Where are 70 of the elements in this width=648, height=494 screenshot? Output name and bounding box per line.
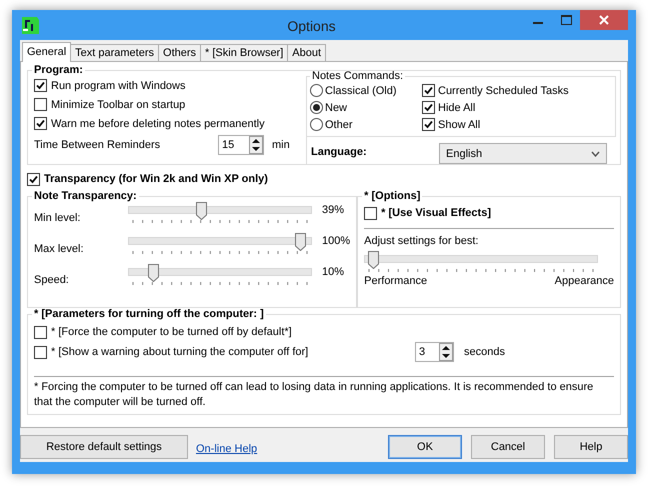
checkbox[interactable]: [34, 79, 47, 92]
option-label: Hide All: [438, 102, 476, 114]
slider-reading: 100%: [322, 235, 350, 247]
number-field[interactable]: 15: [222, 139, 249, 151]
language-dropdown[interactable]: English: [439, 143, 607, 164]
dialog-button[interactable]: Help: [554, 435, 628, 459]
radio-button[interactable]: [310, 84, 323, 97]
slider-thumb[interactable]: [368, 251, 380, 269]
slider-label: Max level:: [34, 243, 85, 255]
dialog-button[interactable]: Cancel: [471, 435, 545, 459]
checkbox[interactable]: [34, 326, 47, 338]
transparency-label: Transparency (for Win 2k and Win XP only): [44, 173, 268, 185]
unit-label: seconds: [464, 346, 505, 358]
slider-label: Min level:: [34, 212, 82, 224]
slider-thumb[interactable]: [196, 202, 207, 220]
restore-defaults-button[interactable]: Restore default settings: [20, 435, 188, 459]
slider-thumb[interactable]: [148, 264, 160, 282]
radio-button[interactable]: [310, 101, 323, 114]
reminder-spinner[interactable]: 15: [218, 135, 264, 155]
scale-max-label: Appearance: [554, 275, 614, 287]
dialog-button[interactable]: OK: [388, 435, 462, 459]
reminder-label: Time Between Reminders: [34, 139, 162, 151]
option-label: New: [325, 102, 348, 114]
close-icon: [599, 15, 609, 25]
language-label: Language:: [311, 146, 368, 158]
option-label: Minimize Toolbar on startup: [51, 98, 186, 110]
minimize-icon: [533, 22, 543, 24]
online-help-link[interactable]: On-line Help: [196, 443, 258, 455]
group-title: Notes Commands:: [311, 70, 404, 82]
option-label: * [Force the computer to be turned off by default*]: [51, 326, 292, 338]
window-title: Options: [286, 18, 337, 34]
close-button[interactable]: [580, 10, 628, 30]
checkbox[interactable]: [34, 117, 47, 130]
spin-arrows-icon[interactable]: [439, 343, 453, 361]
slider-label: Speed:: [34, 274, 70, 286]
checkbox[interactable]: [364, 206, 378, 220]
hint-text: Adjust settings for best:: [364, 235, 480, 247]
slider-reading: 10%: [322, 266, 344, 278]
unit-label: min: [272, 139, 290, 151]
checkbox[interactable]: [422, 84, 435, 97]
group-title: * [Parameters for turning off the computer: ]: [33, 308, 265, 320]
checkbox[interactable]: [27, 172, 40, 186]
option-label: Classical (Old): [325, 84, 397, 96]
option-label: Warn me before deleting notes permanently: [51, 118, 265, 130]
chevron-down-icon: [591, 150, 600, 156]
checkbox[interactable]: [34, 346, 47, 358]
radio-button[interactable]: [310, 118, 323, 131]
slider-thumb[interactable]: [295, 233, 306, 251]
spin-arrows-icon[interactable]: [249, 136, 263, 154]
checkbox[interactable]: [422, 101, 435, 114]
slider-reading: 39%: [322, 204, 344, 216]
tab[interactable]: About: [287, 44, 326, 62]
scale-min-label: Performance: [364, 275, 428, 287]
group-title: Note Transparency:: [33, 190, 138, 202]
option-label: Show All: [438, 118, 480, 130]
option-label: Other: [325, 118, 353, 130]
app-icon: [22, 17, 39, 34]
option-label: * [Show a warning about turning the computer off for]: [51, 346, 310, 358]
visual-effects-label: * [Use Visual Effects]: [381, 207, 491, 219]
warning-note: * Forcing the computer to be turned off can lead to losing data in running applications. It is recommended to ensure that the computer will be turned off.: [34, 380, 594, 410]
number-field[interactable]: 3: [419, 346, 439, 358]
checkbox[interactable]: [34, 98, 47, 111]
group-title: * [Options]: [363, 190, 422, 202]
group-title: Program:: [33, 64, 84, 76]
option-label: Run program with Windows: [51, 80, 186, 92]
tab[interactable]: General: [22, 42, 72, 62]
checkbox[interactable]: [422, 118, 435, 131]
maximize-icon: [560, 15, 572, 25]
option-label: Currently Scheduled Tasks: [438, 84, 569, 96]
delay-spinner[interactable]: 3: [415, 342, 454, 362]
